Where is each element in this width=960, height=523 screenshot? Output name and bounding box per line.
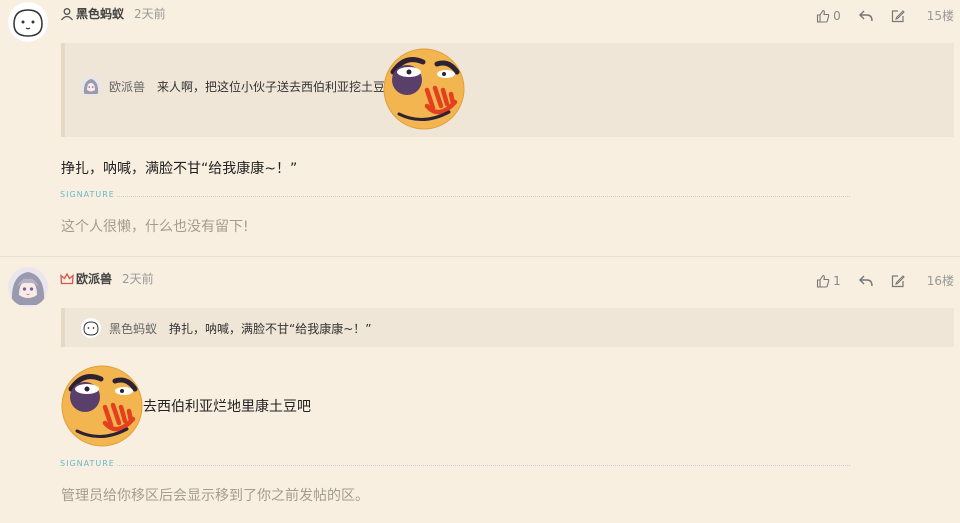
- quote-username[interactable]: 欧派兽: [109, 78, 145, 95]
- post-16: 欧派兽 2天前 1 16楼 黑色蚂蚁 挣扎，呐喊，满脸不甘“给我康康~！” 去西…: [0, 257, 960, 523]
- thumb-up-icon: [817, 9, 830, 23]
- edit-icon: [891, 274, 905, 287]
- crown-icon: [60, 272, 74, 284]
- user-avatar[interactable]: [8, 2, 48, 42]
- signature-divider: SIGNATURE: [60, 190, 850, 202]
- like-count: 1: [833, 273, 841, 288]
- post-actions: 0 15楼: [798, 7, 954, 24]
- thumb-up-icon: [817, 274, 830, 288]
- reply-icon: [858, 275, 873, 286]
- post-15: 黑色蚂蚁 2天前 0 15楼 欧派兽 来人啊，把这位小伙子送去西伯利亚挖土豆 挣…: [0, 0, 960, 256]
- quote-block: 欧派兽 来人啊，把这位小伙子送去西伯利亚挖土豆: [61, 43, 954, 137]
- signature-label: SIGNATURE: [60, 190, 117, 199]
- post-time: 2天前: [134, 7, 166, 21]
- user-icon: [60, 7, 74, 20]
- post-content-text: 去西伯利亚烂地里康土豆吧: [143, 399, 311, 415]
- angry-emoji: [383, 48, 465, 130]
- post-header: 黑色蚂蚁 2天前: [60, 5, 166, 22]
- quote-avatar[interactable]: [81, 318, 101, 338]
- post-actions: 1 16楼: [798, 272, 954, 289]
- signature-divider: SIGNATURE: [60, 459, 850, 471]
- reply-button[interactable]: [858, 9, 873, 23]
- edit-button[interactable]: [891, 274, 905, 288]
- quote-text: 挣扎，呐喊，满脸不甘“给我康康~！”: [169, 321, 372, 336]
- quote-text: 来人啊，把这位小伙子送去西伯利亚挖土豆: [157, 79, 386, 94]
- username-link[interactable]: 黑色蚂蚁: [60, 5, 124, 22]
- quote-username[interactable]: 黑色蚂蚁: [109, 320, 157, 337]
- user-avatar[interactable]: [8, 267, 48, 307]
- reply-icon: [858, 10, 873, 21]
- signature-text: 管理员给你移区后会显示移到了你之前发帖的区。: [61, 488, 369, 504]
- quote-avatar[interactable]: [81, 76, 101, 96]
- signature-text: 这个人很懒，什么也没有留下!: [61, 219, 249, 235]
- angry-emoji: [61, 365, 143, 447]
- post-content: 挣扎，呐喊，满脸不甘“给我康康~！”: [61, 161, 298, 177]
- username-link[interactable]: 欧派兽: [60, 270, 112, 287]
- post-time: 2天前: [122, 272, 154, 286]
- edit-icon: [891, 9, 905, 22]
- edit-button[interactable]: [891, 9, 905, 23]
- signature-label: SIGNATURE: [60, 459, 117, 468]
- reply-button[interactable]: [858, 274, 873, 288]
- floor-number: 15楼: [926, 9, 954, 23]
- like-button[interactable]: 1: [816, 274, 841, 288]
- quote-block: 黑色蚂蚁 挣扎，呐喊，满脸不甘“给我康康~！”: [61, 308, 954, 347]
- like-button[interactable]: 0: [816, 9, 841, 23]
- like-count: 0: [833, 8, 841, 23]
- username: 黑色蚂蚁: [76, 7, 125, 21]
- post-content: 去西伯利亚烂地里康土豆吧: [61, 365, 311, 447]
- floor-number: 16楼: [926, 274, 954, 288]
- post-header: 欧派兽 2天前: [60, 270, 154, 287]
- username: 欧派兽: [76, 272, 113, 286]
